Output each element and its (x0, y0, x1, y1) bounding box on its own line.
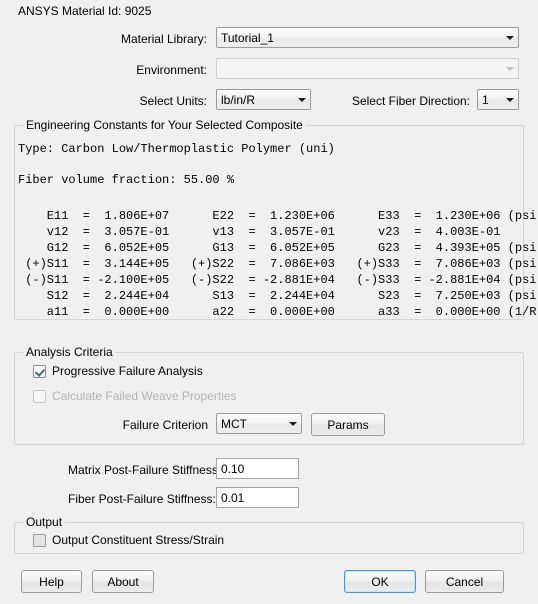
checkbox-icon (33, 364, 46, 378)
fiber-post-failure-stiffness-input[interactable]: 0.01 (216, 487, 299, 508)
chevron-down-icon (502, 65, 518, 73)
params-button[interactable]: Params (311, 413, 385, 436)
chevron-down-icon (294, 96, 310, 104)
output-constituent-stress-strain-label: Output Constituent Stress/Strain (52, 533, 225, 547)
chevron-down-icon (502, 96, 518, 104)
output-constituent-stress-strain-checkbox[interactable]: Output Constituent Stress/Strain (33, 533, 224, 547)
engineering-constants-group-title: Engineering Constants for Your Selected … (23, 118, 306, 132)
progressive-failure-analysis-label: Progressive Failure Analysis (52, 364, 203, 378)
environment-combo (216, 58, 519, 79)
constants-row: G12 = 6.052E+05 G13 = 6.052E+05 G23 = 4.… (18, 241, 538, 255)
calculate-failed-weave-label: Calculate Failed Weave Properties (52, 389, 237, 403)
failure-criterion-label: Failure Criterion (122, 418, 208, 432)
ok-button[interactable]: OK (344, 570, 416, 593)
matrix-post-failure-stiffness-input[interactable]: 0.10 (216, 458, 299, 479)
calculate-failed-weave-checkbox: Calculate Failed Weave Properties (33, 389, 237, 403)
material-properties-dialog: ANSYS Material Id: 9025 Material Library… (0, 0, 538, 604)
failure-criterion-value: MCT (221, 416, 247, 431)
environment-label: Environment: (136, 63, 207, 77)
cancel-button[interactable]: Cancel (425, 570, 504, 593)
constants-row: (+)S11 = 3.144E+05 (+)S22 = 7.086E+03 (+… (18, 257, 538, 271)
material-library-label: Material Library: (120, 32, 207, 46)
composite-type-text: Type: Carbon Low/Thermoplastic Polymer (… (18, 142, 335, 156)
select-units-combo[interactable]: lb/in/R (216, 89, 311, 110)
help-button[interactable]: Help (21, 570, 82, 593)
failure-criterion-combo[interactable]: MCT (216, 413, 302, 434)
material-id-label: ANSYS Material Id: 9025 (18, 4, 152, 18)
constants-row: S12 = 2.244E+04 S13 = 2.244E+04 S23 = 7.… (18, 289, 538, 303)
checkbox-icon (33, 389, 46, 403)
about-button[interactable]: About (92, 570, 154, 593)
constants-row: a11 = 0.000E+00 a22 = 0.000E+00 a33 = 0.… (18, 305, 538, 319)
output-group-title: Output (23, 515, 66, 529)
matrix-post-failure-stiffness-label: Matrix Post-Failure Stiffness: (68, 463, 222, 477)
material-library-combo[interactable]: Tutorial_1 (216, 27, 519, 48)
analysis-criteria-group-title: Analysis Criteria (23, 345, 116, 359)
chevron-down-icon (502, 34, 518, 42)
constants-row: v12 = 3.057E-01 v13 = 3.057E-01 v23 = 4.… (18, 225, 501, 239)
fiber-direction-value: 1 (482, 92, 489, 107)
material-library-value: Tutorial_1 (221, 30, 274, 45)
chevron-down-icon (285, 420, 301, 428)
fiber-direction-label: Select Fiber Direction: (351, 94, 470, 108)
fiber-post-failure-stiffness-label: Fiber Post-Failure Stiffness: (68, 492, 216, 506)
constants-row: (-)S11 = -2.100E+05 (-)S22 = -2.881E+04 … (18, 273, 538, 287)
constants-row: E11 = 1.806E+07 E22 = 1.230E+06 E33 = 1.… (18, 209, 538, 223)
fiber-volume-fraction-text: Fiber volume fraction: 55.00 % (18, 173, 235, 187)
select-units-value: lb/in/R (221, 92, 256, 107)
select-units-label: Select Units: (139, 94, 207, 108)
progressive-failure-analysis-checkbox[interactable]: Progressive Failure Analysis (33, 364, 203, 378)
checkbox-icon (33, 533, 46, 547)
fiber-direction-combo[interactable]: 1 (477, 89, 519, 110)
